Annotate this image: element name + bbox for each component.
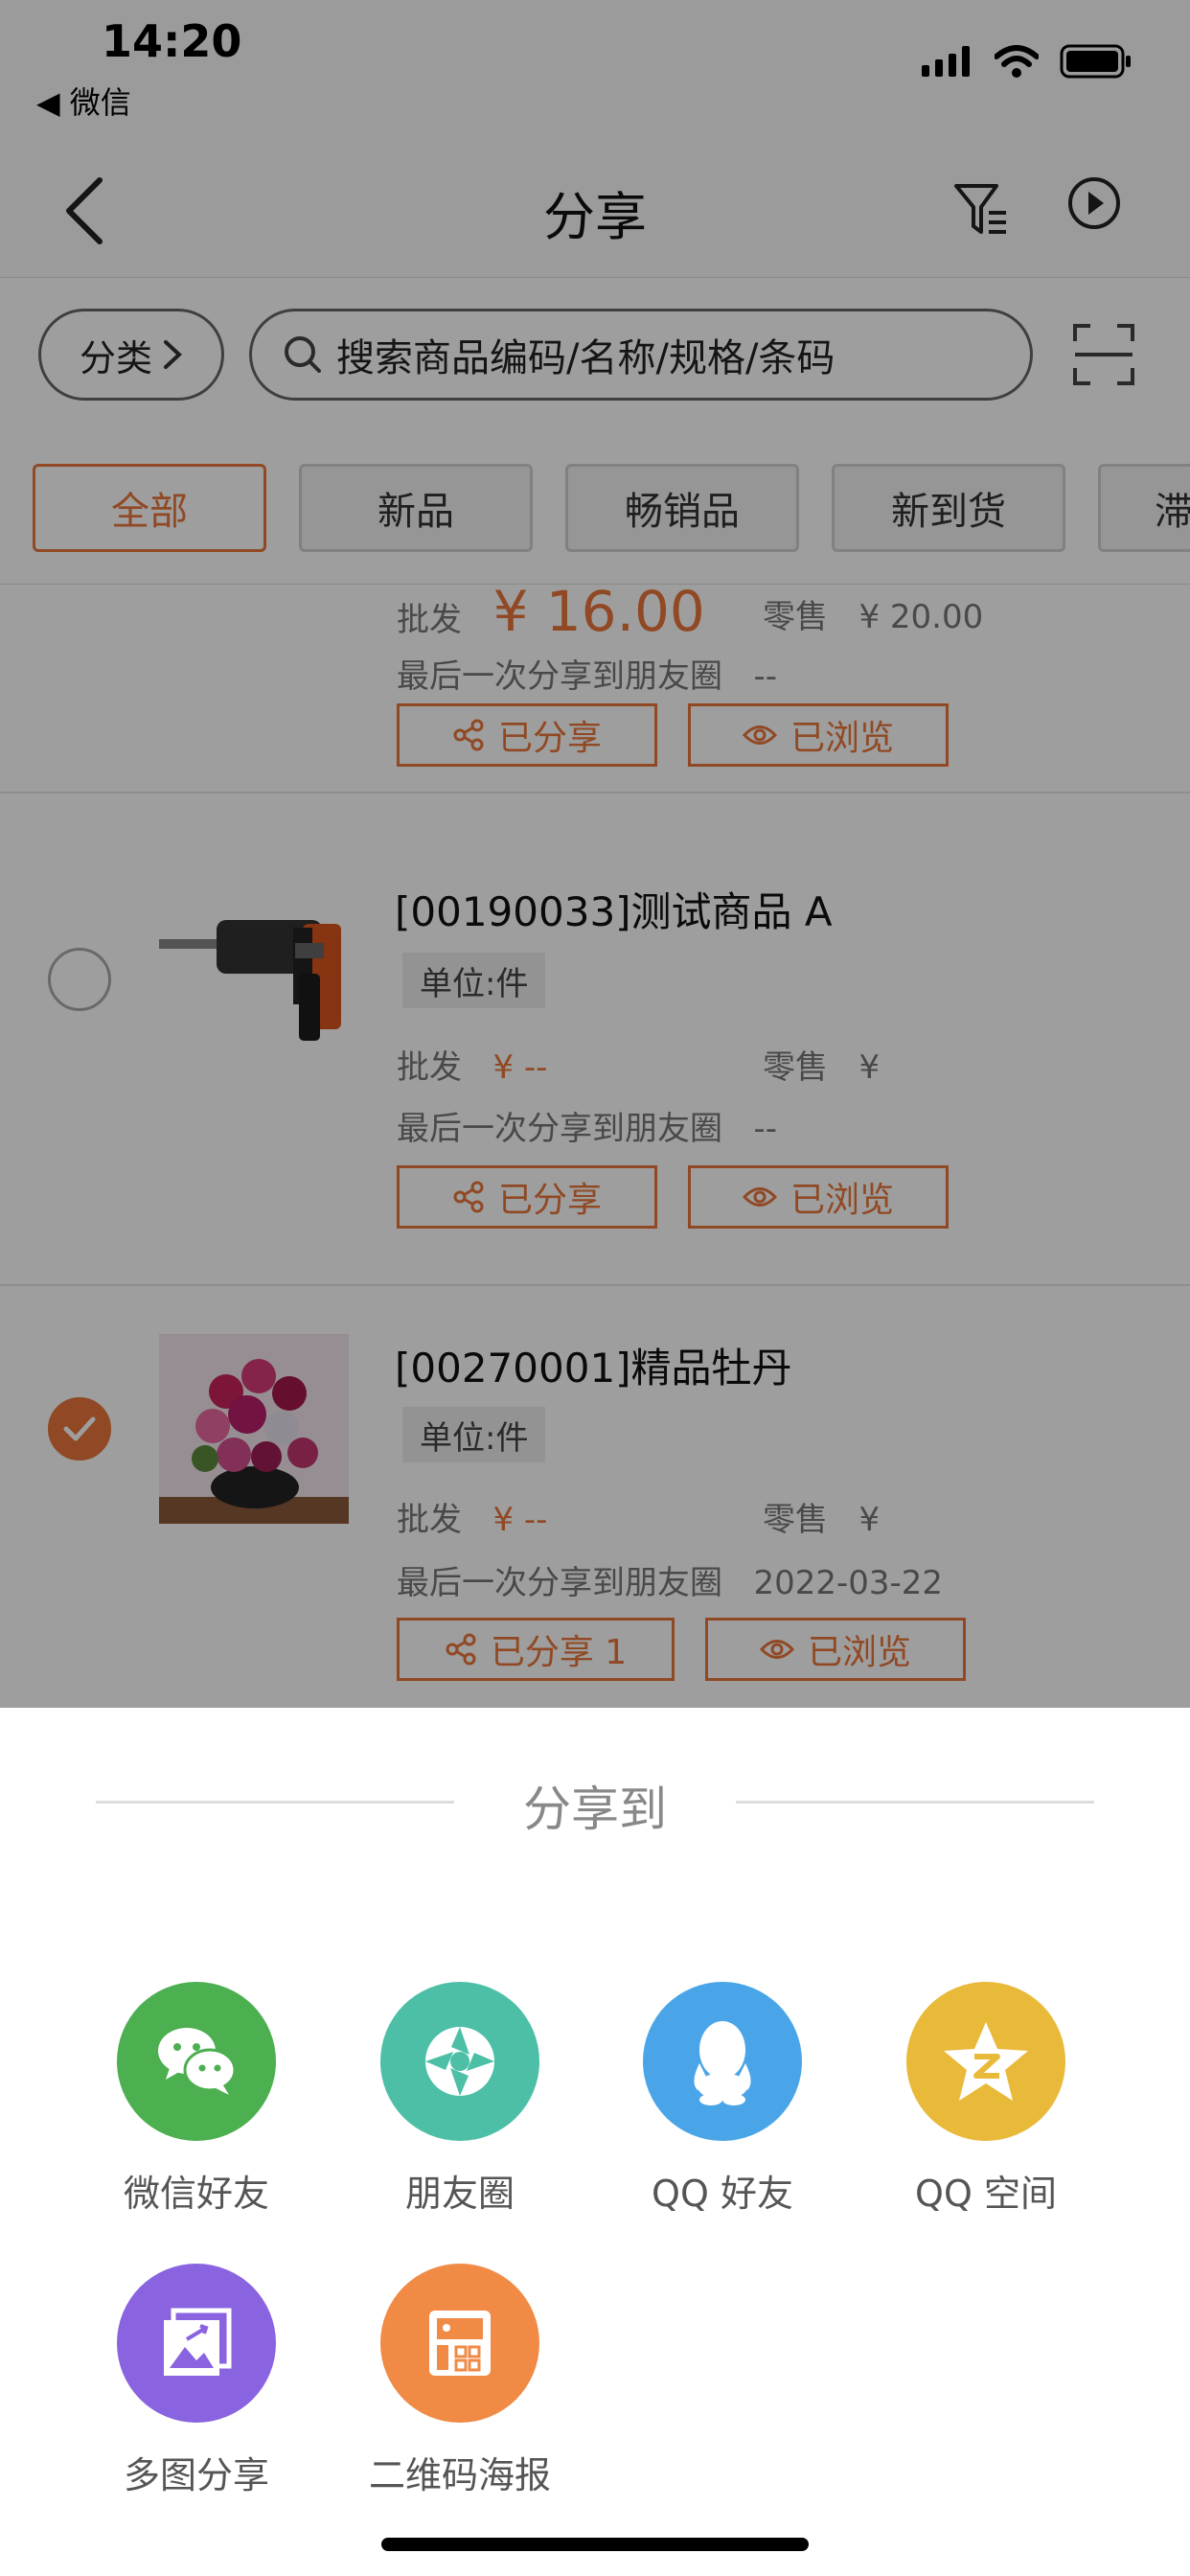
share-option-qzone[interactable]: QQ 空间: [876, 1982, 1096, 2217]
share-page: 14:20 ◀ 微信 分享 分类 搜索商品编码/名称/规格/条码 全部 新品 畅…: [0, 0, 1190, 2576]
share-option-multi-image[interactable]: 多图分享: [86, 2264, 307, 2498]
share-option-label: QQ 空间: [915, 2173, 1057, 2215]
share-sheet: 分享到 微信好友 朋友圈 QQ 好友 QQ 空间 多图分享 二维码海报: [0, 1708, 1190, 2576]
share-option-qr-poster[interactable]: 二维码海报: [350, 2264, 570, 2498]
share-option-label: QQ 好友: [652, 2173, 793, 2215]
modal-backdrop[interactable]: [0, 0, 1190, 1708]
share-sheet-title: 分享到: [523, 1782, 667, 1837]
share-option-moments[interactable]: 朋友圈: [350, 1982, 570, 2217]
share-option-label: 微信好友: [123, 2173, 269, 2215]
share-option-label: 朋友圈: [404, 2173, 515, 2215]
qr-poster-icon: [380, 2264, 539, 2423]
share-option-wechat-friend[interactable]: 微信好友: [86, 1982, 307, 2217]
moments-icon: [380, 1982, 539, 2141]
share-option-qq-friend[interactable]: QQ 好友: [612, 1982, 833, 2217]
share-option-label: 二维码海报: [368, 2454, 551, 2496]
wechat-icon: [117, 1982, 276, 2141]
multi-image-icon: [117, 2264, 276, 2423]
home-indicator[interactable]: [381, 2538, 809, 2551]
qq-icon: [643, 1982, 802, 2141]
share-option-label: 多图分享: [123, 2454, 269, 2496]
qzone-icon: [906, 1982, 1065, 2141]
